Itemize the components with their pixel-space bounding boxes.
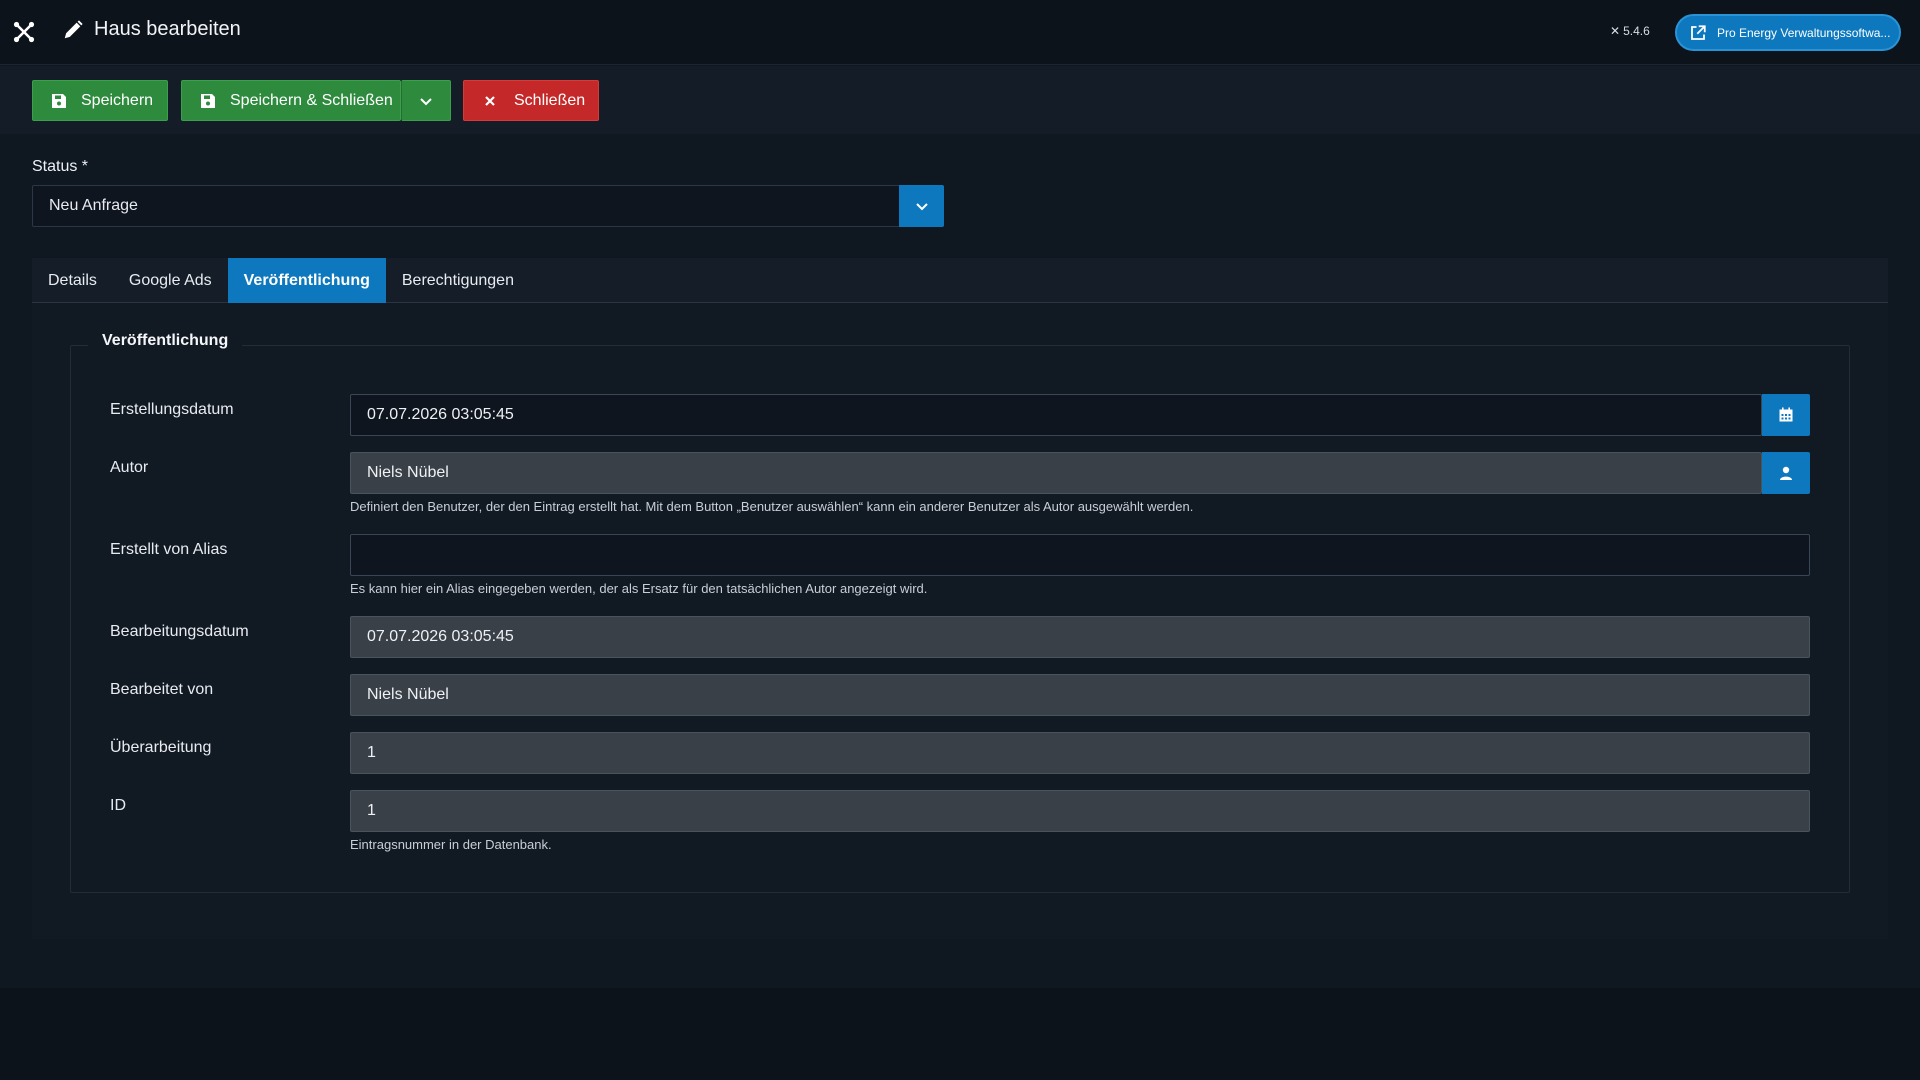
tab-permissions[interactable]: Berechtigungen bbox=[386, 258, 530, 303]
tab-panel-publishing: Veröffentlichung Erstellungsdatum 07.07.… bbox=[32, 303, 1888, 939]
author-hint: Definiert den Benutzer, der den Eintrag … bbox=[350, 499, 1194, 514]
pencil-icon bbox=[64, 19, 83, 38]
admin-header: Haus bearbeiten ✕ 5.4.6 Pro Energy Verwa… bbox=[0, 0, 1920, 65]
calendar-button[interactable] bbox=[1762, 394, 1810, 436]
external-link-icon bbox=[1691, 24, 1706, 40]
save-and-close-button[interactable]: Speichern & Schließen bbox=[181, 80, 401, 121]
page-title: Haus bearbeiten bbox=[94, 18, 241, 40]
toolbar: Speichern Speichern & Schließen Schließe… bbox=[0, 66, 1920, 134]
page-footer-area bbox=[0, 988, 1920, 1080]
view-site-label: Pro Energy Verwaltungssoftwa... bbox=[1717, 25, 1891, 40]
save-button[interactable]: Speichern bbox=[32, 80, 168, 121]
status-value: Neu Anfrage bbox=[49, 197, 138, 214]
select-user-button[interactable] bbox=[1762, 452, 1810, 494]
author-label: Autor bbox=[110, 459, 149, 476]
page-heading: Haus bearbeiten bbox=[62, 18, 241, 41]
joomla-small-icon: ✕ bbox=[1610, 24, 1621, 38]
floppy-disk-icon bbox=[201, 93, 215, 108]
created-by-alias-label: Erstellt von Alias bbox=[110, 541, 228, 558]
revision-value: 1 bbox=[367, 744, 376, 761]
view-site-button[interactable]: Pro Energy Verwaltungssoftwa... bbox=[1675, 14, 1901, 51]
status-select[interactable]: Neu Anfrage bbox=[32, 185, 944, 227]
floppy-disk-icon bbox=[52, 93, 66, 108]
close-icon bbox=[485, 95, 495, 106]
version-number: 5.4.6 bbox=[1623, 24, 1650, 38]
created-by-alias-input[interactable] bbox=[350, 534, 1810, 576]
modified-date-input: 07.07.2026 03:05:45 bbox=[350, 616, 1810, 658]
modified-date-value: 07.07.2026 03:05:45 bbox=[367, 628, 514, 645]
save-and-close-label: Speichern & Schließen bbox=[230, 91, 393, 109]
modified-by-label: Bearbeitet von bbox=[110, 681, 214, 698]
author-value: Niels Nübel bbox=[367, 464, 449, 481]
calendar-icon bbox=[1779, 407, 1793, 422]
save-label: Speichern bbox=[81, 91, 154, 109]
tab-google-ads[interactable]: Google Ads bbox=[113, 258, 228, 303]
save-options-dropdown-button[interactable] bbox=[401, 80, 451, 121]
created-date-value: 07.07.2026 03:05:45 bbox=[367, 406, 514, 423]
close-button[interactable]: Schließen bbox=[463, 80, 599, 121]
id-hint: Eintragsnummer in der Datenbank. bbox=[350, 837, 552, 852]
id-input: 1 bbox=[350, 790, 1810, 832]
fieldset-legend: Veröffentlichung bbox=[88, 332, 243, 350]
user-icon bbox=[1780, 466, 1792, 480]
tab-publishing[interactable]: Veröffentlichung bbox=[227, 258, 386, 303]
revision-label: Überarbeitung bbox=[110, 739, 212, 756]
created-date-label: Erstellungsdatum bbox=[110, 401, 234, 418]
modified-by-value: Niels Nübel bbox=[367, 686, 449, 703]
tab-details[interactable]: Details bbox=[32, 258, 113, 303]
author-input: Niels Nübel bbox=[350, 452, 1762, 494]
close-label: Schließen bbox=[514, 91, 586, 109]
tab-bar: Details Google Ads Veröffentlichung Bere… bbox=[32, 258, 1888, 303]
modified-date-label: Bearbeitungsdatum bbox=[110, 623, 249, 640]
modified-by-input: Niels Nübel bbox=[350, 674, 1810, 716]
id-label: ID bbox=[110, 797, 126, 814]
status-dropdown-toggle[interactable] bbox=[899, 185, 944, 227]
status-label: Status * bbox=[32, 158, 89, 175]
alias-hint: Es kann hier ein Alias eingegeben werden… bbox=[350, 581, 928, 596]
version-info: ✕ 5.4.6 bbox=[1610, 24, 1650, 38]
chevron-down-icon bbox=[420, 97, 432, 105]
revision-input: 1 bbox=[350, 732, 1810, 774]
id-value: 1 bbox=[367, 802, 376, 819]
joomla-logo-icon[interactable] bbox=[12, 20, 36, 44]
created-date-input[interactable]: 07.07.2026 03:05:45 bbox=[350, 394, 1762, 436]
chevron-down-icon bbox=[915, 203, 928, 211]
